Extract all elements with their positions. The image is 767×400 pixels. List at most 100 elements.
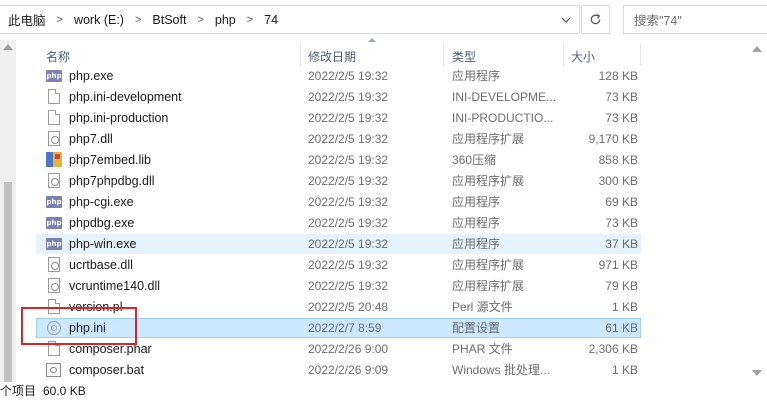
table-row[interactable]: php7phpdbg.dll 2022/2/5 19:32 应用程序扩展 300… [16,171,767,192]
file-date: 2022/2/26 9:09 [308,363,389,377]
dll-icon [46,257,62,273]
file-type: PHAR 文件 [452,342,513,356]
breadcrumb-drive[interactable]: work (E:) [72,13,126,27]
file-size: 9,170 KB [588,132,638,146]
file-type: 360压缩 [452,153,497,167]
column-type[interactable]: 类型 [452,40,562,66]
table-row[interactable]: php php-cgi.exe 2022/2/5 19:32 应用程序 69 K… [16,192,767,213]
search-placeholder: 搜索"74" [634,14,682,28]
scroll-up-arrow-icon[interactable] [3,44,13,50]
file-type: 应用程序 [452,216,501,230]
file-type: 应用程序 [452,195,501,209]
file-icon [46,110,62,126]
file-type: INI-PRODUCTIO... [452,111,554,125]
file-date: 2022/2/26 9:00 [308,342,389,356]
table-row[interactable]: php php.exe 2022/2/5 19:32 应用程序 128 KB [16,66,767,87]
chevron-right-icon[interactable]: > [188,14,212,26]
file-size: 1 KB [611,300,638,314]
file-type: 应用程序扩展 [452,174,525,188]
refresh-button[interactable] [581,5,610,34]
table-row[interactable]: vcruntime140.dll 2022/2/5 19:32 应用程序扩展 7… [16,276,767,297]
file-size: 858 KB [598,153,638,167]
dll-icon [46,173,62,189]
chevron-right-icon[interactable]: > [48,14,72,26]
column-divider[interactable] [563,44,564,66]
file-date: 2022/2/5 20:48 [308,300,389,314]
file-size: 2,306 KB [588,342,638,356]
file-name: php-win.exe [69,237,137,251]
file-date: 2022/2/5 19:32 [308,174,389,188]
file-date: 2022/2/5 19:32 [308,279,389,293]
table-row[interactable]: php7embed.lib 2022/2/5 19:32 360压缩 858 K… [16,150,767,171]
item-count: 个项目 [0,384,37,398]
file-name: php-cgi.exe [69,195,134,209]
file-name: vcruntime140.dll [69,279,161,293]
status-bar: 个项目 60.0 KB [0,382,767,400]
file-type: 应用程序扩展 [452,279,525,293]
address-bar-row: 此电脑 > work (E:) > BtSoft > php > 74 搜索"7… [0,0,767,40]
file-type: 应用程序 [452,69,501,83]
column-date[interactable]: 修改日期 [308,40,443,66]
file-type: 应用程序 [452,237,501,251]
file-size: 61 KB [605,321,638,335]
dll-icon [46,131,62,147]
table-row[interactable]: php.ini-production 2022/2/5 19:32 INI-PR… [16,108,767,129]
selected-size: 60.0 KB [43,384,86,398]
table-row-hovered[interactable]: php php-win.exe 2022/2/5 19:32 应用程序 37 K… [16,234,767,255]
file-size: 73 KB [605,90,638,104]
column-divider[interactable] [640,44,641,66]
file-list-scrollbar[interactable] [747,40,767,382]
search-input[interactable]: 搜索"74" [623,5,767,34]
breadcrumb-74[interactable]: 74 [262,13,280,27]
column-header: 名称 修改日期 类型 大小 [16,38,767,66]
column-divider[interactable] [443,44,444,66]
table-row[interactable]: composer.bat 2022/2/26 9:09 Windows 批处理.… [16,360,767,381]
file-date: 2022/2/5 19:32 [308,69,389,83]
archive-icon [46,152,62,168]
chevron-down-icon[interactable] [552,5,580,34]
breadcrumb-btsoft[interactable]: BtSoft [150,13,188,27]
file-date: 2022/2/5 19:32 [308,195,389,209]
scroll-up-arrow-icon[interactable] [752,46,762,52]
php-exe-icon: php [46,196,62,208]
scrollbar-thumb[interactable] [4,182,12,382]
scroll-down-arrow-icon[interactable] [752,370,762,376]
file-type: 应用程序扩展 [452,258,525,272]
column-divider[interactable] [300,44,301,66]
file-date: 2022/2/5 19:32 [308,216,389,230]
chevron-right-icon[interactable]: > [238,14,262,26]
php-exe-icon: php [46,70,62,82]
table-row[interactable]: ucrtbase.dll 2022/2/5 19:32 应用程序扩展 971 K… [16,255,767,276]
file-name: php7embed.lib [69,153,152,167]
file-type: Windows 批处理... [452,363,551,377]
file-name: php7.dll [69,132,113,146]
table-row[interactable]: php7.dll 2022/2/5 19:32 应用程序扩展 9,170 KB [16,129,767,150]
column-size[interactable]: 大小 [571,40,636,66]
breadcrumb[interactable]: 此电脑 > work (E:) > BtSoft > php > 74 [0,5,580,34]
column-name[interactable]: 名称 [46,40,296,66]
file-name: php.ini-production [69,111,169,125]
breadcrumb-php[interactable]: php [213,13,238,27]
chevron-right-icon[interactable]: > [126,14,150,26]
file-name: ucrtbase.dll [69,258,133,272]
refresh-icon [590,13,601,25]
file-size: 73 KB [605,111,638,125]
file-size: 971 KB [598,258,638,272]
file-size: 1 KB [611,363,638,377]
breadcrumb-this-pc[interactable]: 此电脑 [6,10,48,29]
file-type: Perl 源文件 [452,300,513,314]
file-size: 69 KB [605,195,638,209]
php-exe-icon: php [46,238,62,250]
file-name: phpdbg.exe [69,216,135,230]
file-name: php.exe [69,69,114,83]
table-row[interactable]: php phpdbg.exe 2022/2/5 19:32 应用程序 73 KB [16,213,767,234]
file-size: 79 KB [605,279,638,293]
file-date: 2022/2/5 19:32 [308,90,389,104]
file-date: 2022/2/5 19:32 [308,237,389,251]
navigation-pane-scrollbar[interactable] [0,40,16,382]
file-size: 128 KB [598,69,638,83]
batch-icon [46,362,62,378]
file-size: 300 KB [598,174,638,188]
table-row[interactable]: php.ini-development 2022/2/5 19:32 INI-D… [16,87,767,108]
file-type: INI-DEVELOPME... [452,90,557,104]
